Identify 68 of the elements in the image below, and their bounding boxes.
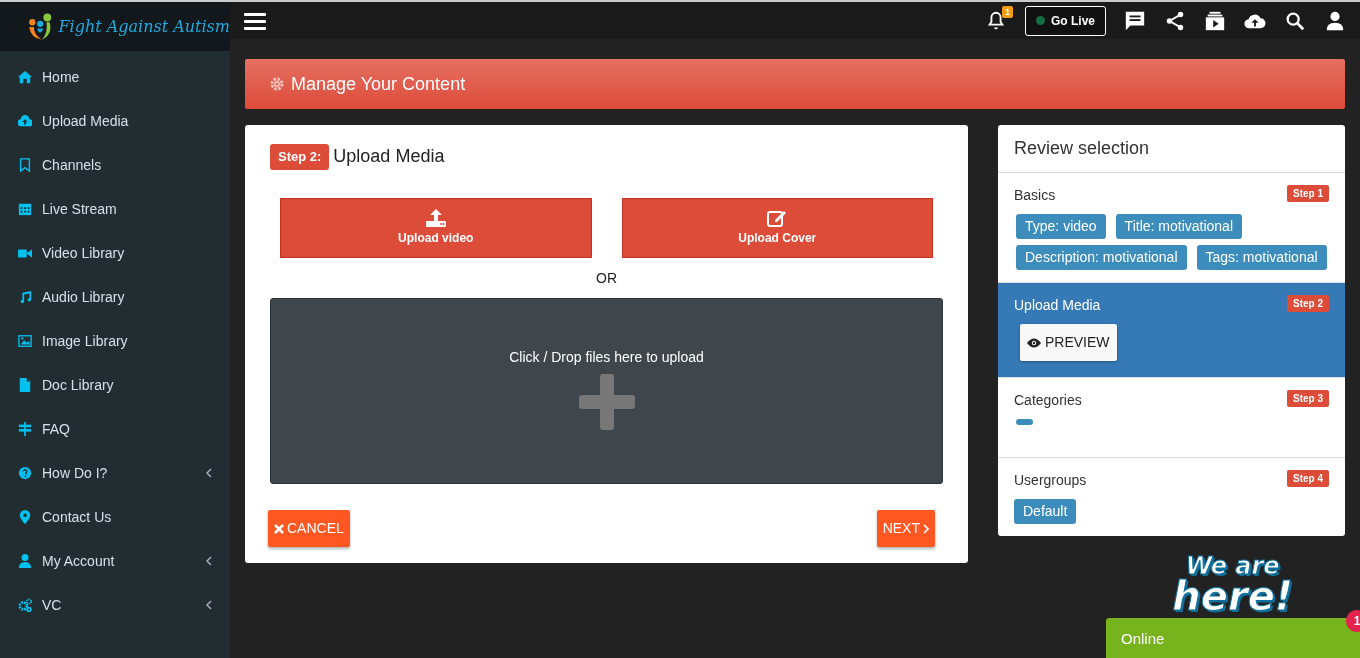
dropzone[interactable]: Click / Drop files here to upload bbox=[270, 298, 943, 485]
upload-button[interactable]: Upload Cover bbox=[621, 198, 933, 259]
upload-title: Upload Media bbox=[333, 145, 445, 169]
review-section[interactable]: Categories Step 3 bbox=[998, 378, 1345, 459]
sidebar-item[interactable]: Image Library bbox=[0, 319, 230, 363]
gear-icon bbox=[269, 76, 285, 93]
step-label: Step 2 bbox=[1287, 295, 1329, 313]
sidebar-item[interactable]: FAQ bbox=[0, 407, 230, 451]
step-label: Step 3 bbox=[1287, 390, 1329, 408]
sidebar-item[interactable]: Doc Library bbox=[0, 363, 230, 407]
sidebar-item[interactable]: VC bbox=[0, 583, 230, 627]
sidebar-item[interactable]: My Account bbox=[0, 539, 230, 583]
home-icon bbox=[18, 70, 32, 84]
sidebar-item[interactable]: Audio Library bbox=[0, 275, 230, 319]
review-section[interactable]: Basics Step 1 Type: video Title: motivational Description: motivational Tags: motivational bbox=[998, 173, 1345, 284]
page-title: Manage Your Content bbox=[291, 72, 466, 96]
go-live-button[interactable]: Go Live bbox=[1025, 5, 1106, 36]
plus-icon bbox=[578, 374, 635, 431]
upload-button[interactable]: Upload video bbox=[280, 198, 592, 259]
sidebar-item[interactable]: Video Library bbox=[0, 231, 230, 275]
sidebar-item[interactable]: Contact Us bbox=[0, 495, 230, 539]
close-icon bbox=[274, 523, 284, 534]
upload-cloud-icon bbox=[18, 114, 32, 128]
chevron-icon bbox=[923, 523, 929, 534]
review-section[interactable]: Upload Media Step 2 PREVIEW bbox=[998, 283, 1345, 379]
notification-bell-icon[interactable] bbox=[985, 9, 1007, 32]
tag: Title: motivational bbox=[1115, 214, 1243, 240]
menu-icon[interactable] bbox=[244, 11, 266, 30]
preview-button[interactable]: PREVIEW bbox=[1020, 324, 1117, 362]
sidebar-item[interactable]: Home bbox=[0, 55, 230, 99]
tag: Tags: motivational bbox=[1196, 245, 1327, 271]
section-title: Usergroups bbox=[1014, 471, 1087, 491]
review-section[interactable]: Usergroups Step 4 Default bbox=[998, 458, 1345, 537]
sidebar-item[interactable]: Channels bbox=[0, 143, 230, 187]
upload-icon bbox=[425, 209, 446, 228]
section-title: Basics bbox=[1014, 186, 1056, 206]
question-circle-icon bbox=[18, 466, 32, 480]
or-separator: OR bbox=[596, 270, 617, 287]
image-icon bbox=[18, 334, 32, 348]
calendar-icon bbox=[18, 202, 32, 216]
sidebar-item[interactable]: How Do I? bbox=[0, 451, 230, 495]
share-icon[interactable] bbox=[1164, 9, 1186, 32]
music-note-icon bbox=[18, 290, 32, 304]
tag: Default bbox=[1014, 499, 1077, 525]
sidebar-item[interactable]: Upload Media bbox=[0, 99, 230, 143]
bookmark-icon bbox=[18, 158, 32, 172]
brand-name: Fight Against Autism bbox=[58, 15, 230, 38]
map-pin-icon bbox=[18, 510, 32, 524]
notification-count: 1 bbox=[1001, 5, 1013, 18]
section-title: Categories bbox=[1014, 391, 1082, 411]
step-label: Step 4 bbox=[1287, 470, 1329, 488]
unread-count: 1 bbox=[1346, 610, 1360, 632]
tag: Description: motivational bbox=[1016, 245, 1187, 271]
chat-banner-text: We are here! bbox=[1172, 556, 1293, 614]
user-icon[interactable] bbox=[1324, 9, 1346, 32]
chat-icon[interactable] bbox=[1124, 9, 1146, 32]
playlist-icon[interactable] bbox=[1204, 9, 1226, 32]
step-label: Step 1 bbox=[1287, 185, 1329, 203]
document-icon bbox=[18, 378, 32, 392]
edit-icon bbox=[767, 209, 788, 228]
section-title: Upload Media bbox=[1014, 296, 1101, 316]
user-icon bbox=[18, 554, 32, 568]
step-label: Step 2: bbox=[270, 144, 330, 170]
tag: Type: video bbox=[1016, 214, 1106, 240]
panel-title: Review selection bbox=[998, 125, 1345, 174]
sidebar-item[interactable]: Live Stream bbox=[0, 187, 230, 231]
signpost-icon bbox=[18, 422, 32, 436]
eye-icon bbox=[1027, 337, 1041, 348]
